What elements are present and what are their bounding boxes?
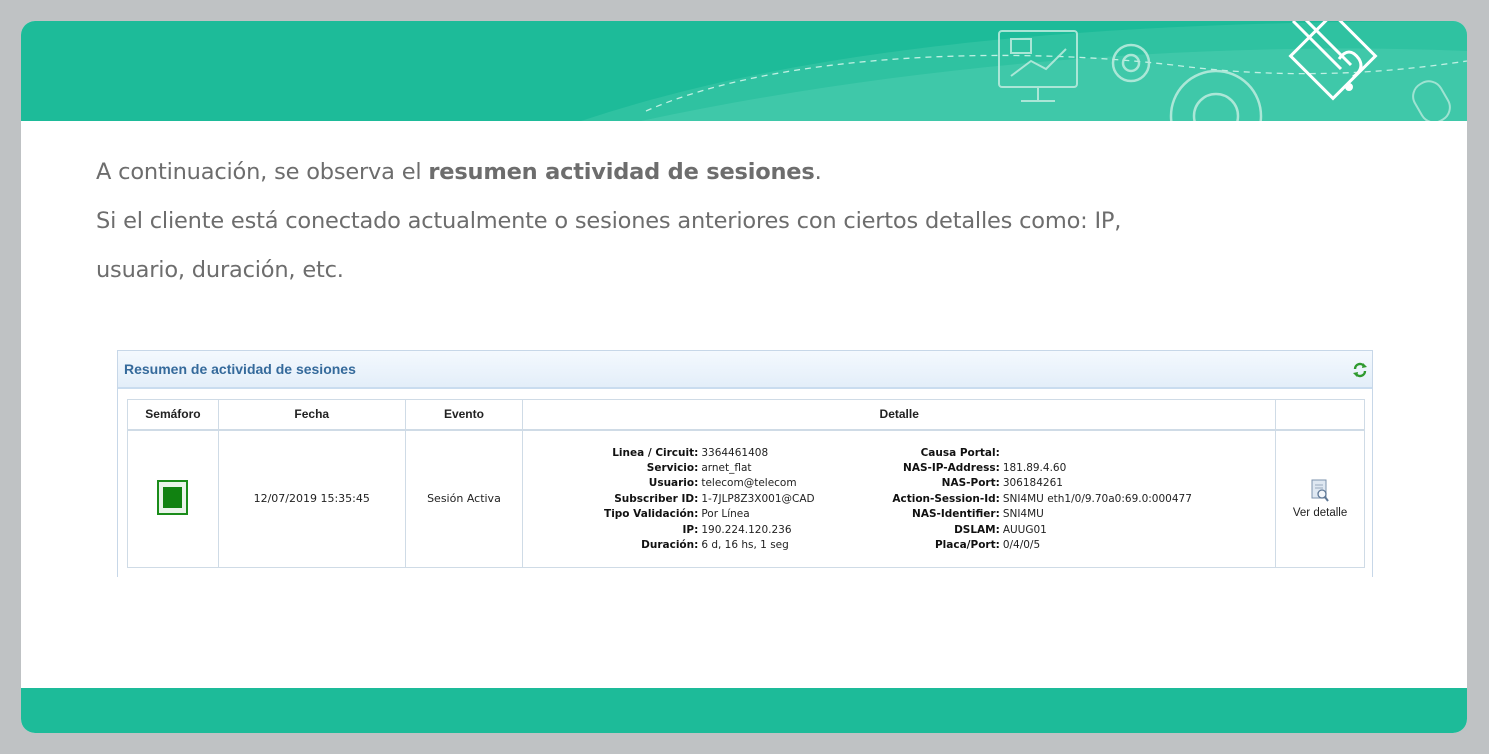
sessions-table: Semáforo Fecha Evento Detalle 12/07/2019… — [127, 399, 1365, 568]
detail-left-column: Linea / Circuit: 3364461408 Servicio: arnet… — [529, 447, 889, 551]
col-semaforo: Semáforo — [127, 399, 219, 431]
status-light-icon — [157, 479, 189, 515]
col-evento: Evento — [404, 399, 524, 431]
detail-key: Tipo Validación: — [604, 508, 699, 521]
document-search-icon — [1311, 479, 1329, 502]
detail-key: Linea / Circuit: — [612, 446, 699, 459]
detail-value: AUUG01 — [1002, 523, 1047, 536]
detail-key: Servicio: — [646, 461, 699, 474]
detail-key: Duración: — [641, 538, 699, 551]
ver-detalle-label: Ver detalle — [1292, 506, 1348, 519]
table-header-row: Semáforo Fecha Evento Detalle — [127, 399, 1365, 431]
action-cell: Ver detalle — [1275, 429, 1365, 568]
detail-value: telecom@telecom — [701, 477, 797, 490]
intro-line-1: A continuación, se observa el resumen ac… — [96, 159, 822, 185]
table-row: 12/07/2019 15:35:45 Sesión Activa Linea … — [127, 429, 1365, 568]
detail-key: Causa Portal: — [920, 446, 1000, 459]
detail-key: NAS-Identifier: — [912, 508, 1000, 521]
panel-header: Resumen de actividad de sesiones — [118, 351, 1372, 389]
detail-key: Subscriber ID: — [614, 492, 699, 505]
detail-key: DSLAM: — [954, 523, 1000, 536]
detail-key: Usuario: — [648, 477, 699, 490]
detail-key: IP: — [682, 523, 699, 536]
detail-value: 0/4/0/5 — [1002, 538, 1041, 551]
detail-right-column: Causa Portal: NAS-IP-Address: 181.89.4.60 N… — [892, 447, 1192, 551]
panel-title: Resumen de actividad de sesiones — [124, 361, 356, 377]
detail-value: 6 d, 16 hs, 1 seg — [701, 538, 789, 551]
semaforo-cell — [127, 429, 219, 568]
detail-value: SNI4MU — [1002, 508, 1044, 521]
detail-key: NAS-Port: — [941, 477, 1000, 490]
detail-value: 306184261 — [1002, 477, 1063, 490]
detail-value: arnet_flat — [701, 461, 752, 474]
intro-line-2: Si el cliente está conectado actualmente… — [96, 208, 1122, 234]
intro-bold-phrase: resumen actividad de sesiones — [428, 159, 815, 185]
footer-band — [21, 688, 1467, 733]
col-detalle: Detalle — [522, 399, 1277, 431]
detail-value: 3364461408 — [701, 446, 769, 459]
detail-value: 190.224.120.236 — [701, 523, 792, 536]
fecha-cell: 12/07/2019 15:35:45 — [217, 429, 406, 568]
intro-line-3: usuario, duración, etc. — [96, 257, 344, 283]
col-fecha: Fecha — [217, 399, 406, 431]
detalle-cell: Linea / Circuit: 3364461408 Servicio: arnet… — [522, 429, 1277, 568]
detail-value: SNI4MU eth1/0/9.70a0:69.0:000477 — [1002, 492, 1192, 505]
banner-decoration — [581, 21, 1467, 121]
detail-key: NAS-IP-Address: — [903, 461, 1000, 474]
detail-value: Por Línea — [701, 508, 750, 521]
ver-detalle-link[interactable]: Ver detalle — [1293, 479, 1347, 519]
detail-value: 1-7JLP8Z3X001@CAD — [701, 492, 815, 505]
slide-card: A continuación, se observa el resumen ac… — [21, 21, 1467, 733]
refresh-icon[interactable] — [1352, 362, 1368, 378]
intro-text: A continuación, se observa el resumen ac… — [96, 148, 1296, 295]
detail-value — [1003, 447, 1192, 459]
detail-key: Action-Session-Id: — [892, 492, 1000, 505]
evento-cell: Sesión Activa — [404, 429, 524, 568]
detail-value: 181.89.4.60 — [1002, 461, 1067, 474]
header-banner — [21, 21, 1467, 121]
detail-key: Placa/Port: — [934, 538, 1000, 551]
session-activity-panel: Resumen de actividad de sesiones Semáfor… — [117, 350, 1373, 577]
col-action — [1275, 399, 1365, 431]
